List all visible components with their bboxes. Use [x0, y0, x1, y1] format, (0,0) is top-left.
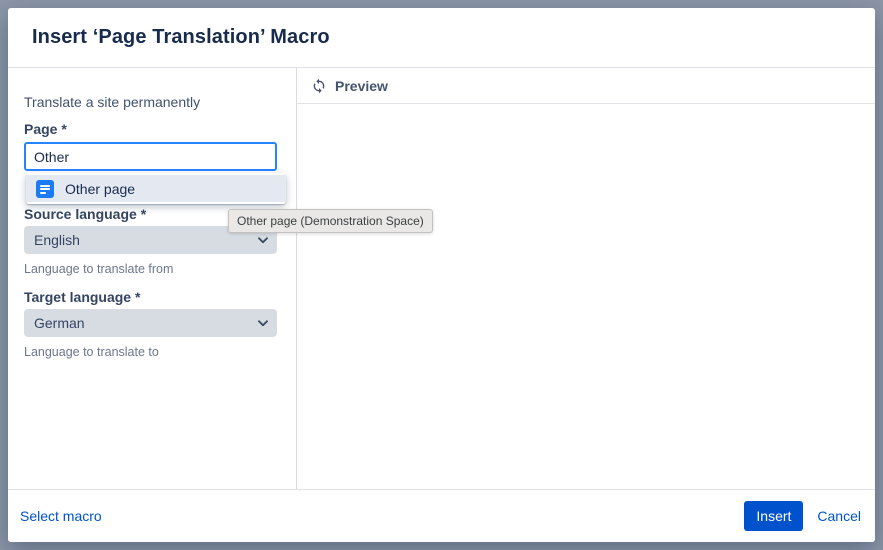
macro-description: Translate a site permanently	[24, 94, 200, 110]
target-language-value: German	[34, 315, 85, 331]
insert-button[interactable]: Insert	[744, 501, 803, 531]
refresh-icon[interactable]	[311, 78, 327, 94]
dialog-header: Insert ‘Page Translation’ Macro	[8, 8, 875, 68]
preview-header: Preview	[297, 68, 875, 104]
target-language-label: Target language *	[24, 289, 140, 305]
target-language-select[interactable]: German	[24, 309, 277, 337]
preview-panel: Preview	[296, 68, 875, 489]
select-macro-link[interactable]: Select macro	[20, 508, 102, 524]
insert-macro-dialog: Insert ‘Page Translation’ Macro Translat…	[8, 8, 875, 542]
target-language-helper: Language to translate to	[24, 345, 159, 359]
dialog-title: Insert ‘Page Translation’ Macro	[32, 26, 330, 49]
dialog-body: Translate a site permanently Page * Othe…	[8, 68, 875, 489]
preview-title: Preview	[335, 78, 388, 94]
source-language-label: Source language *	[24, 206, 146, 222]
page-icon	[36, 180, 54, 198]
page-suggestion-dropdown: Other page	[26, 173, 286, 204]
footer-actions: Insert Cancel	[744, 501, 861, 531]
source-language-value: English	[34, 232, 80, 248]
dialog-footer: Select macro Insert Cancel	[8, 489, 875, 542]
page-suggestion-item[interactable]: Other page	[26, 175, 286, 202]
page-field-label: Page *	[24, 121, 67, 137]
source-language-helper: Language to translate from	[24, 262, 173, 276]
macro-form-panel: Translate a site permanently Page * Othe…	[8, 68, 296, 489]
page-suggestion-tooltip: Other page (Demonstration Space)	[228, 209, 433, 233]
cancel-link[interactable]: Cancel	[817, 508, 861, 524]
chevron-down-icon	[258, 320, 268, 327]
page-suggestion-label: Other page	[65, 181, 135, 197]
page-input[interactable]	[24, 142, 277, 171]
chevron-down-icon	[258, 237, 268, 244]
